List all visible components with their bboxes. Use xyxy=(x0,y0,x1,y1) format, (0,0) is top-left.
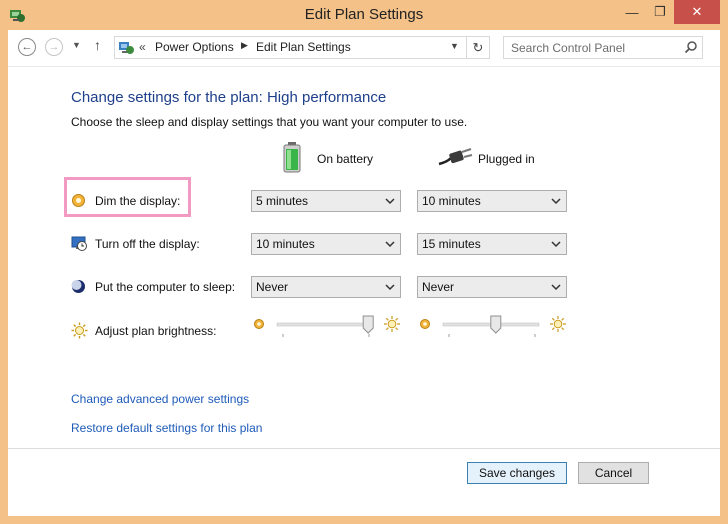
chevron-down-icon xyxy=(551,284,561,291)
client-area: ← → ▼ ↑ « Power Options ▶ Edit Plan Sett… xyxy=(8,30,720,516)
column-header-on-battery: On battery xyxy=(317,152,374,166)
advanced-power-settings-link[interactable]: Change advanced power settings xyxy=(71,392,249,406)
column-header-plugged-in: Plugged in xyxy=(478,152,535,166)
title-bar[interactable]: Edit Plan Settings — ❐ ✕ xyxy=(0,0,728,30)
brightness-on-battery-slider[interactable] xyxy=(253,315,403,341)
search-input[interactable] xyxy=(504,37,688,58)
brightness-icon xyxy=(71,322,88,339)
monitor-clock-icon xyxy=(71,236,87,251)
slider-thumb[interactable] xyxy=(490,315,502,334)
page-description: Choose the sleep and display settings th… xyxy=(71,115,468,129)
breadcrumb-edit-plan-settings[interactable]: Edit Plan Settings xyxy=(256,40,351,54)
up-button[interactable]: ↑ xyxy=(94,37,101,53)
turn-off-display-plugged-in-select[interactable]: 15 minutes xyxy=(417,233,567,255)
chevron-down-icon xyxy=(551,198,561,205)
page-title: Change settings for the plan: High perfo… xyxy=(71,89,387,106)
dim-display-plugged-in-value: 10 minutes xyxy=(422,194,481,208)
bright-brightness-icon xyxy=(384,316,400,332)
minimize-button[interactable]: — xyxy=(618,0,646,24)
brightness-plugged-in-slider[interactable] xyxy=(419,315,569,341)
maximize-button[interactable]: ❐ xyxy=(646,0,674,24)
sleep-on-battery-select[interactable]: Never xyxy=(251,276,401,298)
dim-display-plugged-in-select[interactable]: 10 minutes xyxy=(417,190,567,212)
moon-icon xyxy=(71,280,85,293)
address-dropdown-button[interactable]: ▼ xyxy=(450,41,459,51)
sleep-plugged-in-value: Never xyxy=(422,280,455,294)
sleep-plugged-in-select[interactable]: Never xyxy=(417,276,567,298)
breadcrumb-separator[interactable]: ▶ xyxy=(241,40,248,51)
address-path-box[interactable]: « Power Options ▶ Edit Plan Settings ▼ ↻ xyxy=(114,36,490,59)
brightness-label: Adjust plan brightness: xyxy=(95,324,217,338)
address-bar: ← → ▼ ↑ « Power Options ▶ Edit Plan Sett… xyxy=(8,30,720,67)
chevron-down-icon xyxy=(385,284,395,291)
slider-thumb[interactable] xyxy=(362,315,374,334)
dim-display-on-battery-select[interactable]: 5 minutes xyxy=(251,190,401,212)
dim-display-on-battery-value: 5 minutes xyxy=(256,194,309,208)
restore-defaults-link[interactable]: Restore default settings for this plan xyxy=(71,421,262,435)
turn-off-display-on-battery-value: 10 minutes xyxy=(256,237,315,251)
cancel-button[interactable]: Cancel xyxy=(578,462,649,484)
turn-off-display-plugged-in-value: 15 minutes xyxy=(422,237,481,251)
bright-brightness-icon xyxy=(550,316,566,332)
dim-brightness-icon xyxy=(254,319,264,329)
power-plug-icon xyxy=(438,148,473,166)
dim-display-label: Dim the display: xyxy=(95,194,181,208)
forward-button[interactable]: → xyxy=(45,38,63,56)
footer-divider xyxy=(8,448,720,449)
close-button[interactable]: ✕ xyxy=(674,0,720,24)
search-box[interactable] xyxy=(503,36,703,59)
dim-brightness-icon xyxy=(420,319,430,329)
chevron-down-icon xyxy=(385,198,395,205)
turn-off-display-label: Turn off the display: xyxy=(95,237,200,251)
battery-icon xyxy=(283,142,301,173)
save-changes-button[interactable]: Save changes xyxy=(467,462,567,484)
breadcrumb-power-options[interactable]: Power Options xyxy=(155,40,234,54)
sleep-on-battery-value: Never xyxy=(256,280,289,294)
turn-off-display-on-battery-select[interactable]: 10 minutes xyxy=(251,233,401,255)
recent-locations-button[interactable]: ▼ xyxy=(72,40,81,50)
control-panel-icon xyxy=(119,42,134,54)
dim-display-icon xyxy=(72,194,85,207)
chevron-down-icon xyxy=(551,241,561,248)
breadcrumb-overflow-button[interactable]: « xyxy=(139,40,146,54)
sleep-label: Put the computer to sleep: xyxy=(95,280,236,294)
refresh-button[interactable]: ↻ xyxy=(466,36,489,59)
chevron-down-icon xyxy=(385,241,395,248)
edit-plan-settings-window: Edit Plan Settings — ❐ ✕ ← → ▼ ↑ « Power… xyxy=(0,0,728,524)
back-button[interactable]: ← xyxy=(18,38,36,56)
search-icon[interactable] xyxy=(684,40,698,54)
